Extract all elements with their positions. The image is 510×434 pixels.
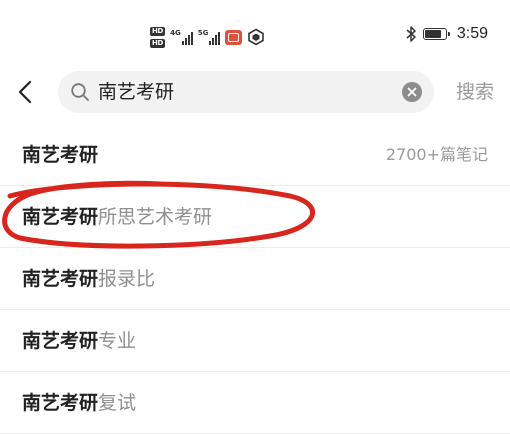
- search-icon: [71, 83, 89, 101]
- search-header: 南艺考研 搜索: [0, 64, 510, 120]
- suggestion-completion: 报录比: [98, 268, 156, 290]
- suggestion-keyword: 南艺考研: [22, 144, 99, 166]
- note-count: 2700+篇笔记: [385, 145, 488, 164]
- status-right: 3:59: [405, 25, 488, 43]
- suggestion-keyword: 南艺考研: [22, 268, 99, 290]
- hd-badge: HD: [150, 26, 166, 36]
- signal-bars-icon: [181, 32, 193, 45]
- clock: 3:59: [456, 25, 488, 42]
- suggestion-completion: 所思艺术考研: [98, 206, 213, 228]
- clear-button[interactable]: [402, 82, 422, 102]
- chevron-left-icon: [18, 80, 32, 104]
- network-type-label: 5G: [197, 29, 209, 37]
- suggestion-keyword: 南艺考研: [22, 206, 99, 228]
- suggestion-item[interactable]: 南艺考研报录比: [0, 248, 510, 310]
- hd-badge: HD: [150, 38, 166, 48]
- battery-icon: [422, 28, 450, 40]
- suggestion-text: 南艺考研所思艺术考研: [22, 186, 212, 248]
- suggestion-text: 南艺考研专业: [22, 310, 136, 372]
- status-indicators: HD HD 4G 5G: [150, 24, 265, 50]
- suggestion-list: 南艺考研 2700+篇笔记 南艺考研所思艺术考研 南艺考研报录比 南艺考研专业 …: [0, 124, 510, 434]
- search-query: 南艺考研: [98, 81, 175, 103]
- suggestion-keyword: 南艺考研: [22, 392, 99, 414]
- battery-fill: [424, 30, 441, 38]
- cellular-signal-1: 4G: [170, 29, 193, 45]
- search-button[interactable]: 搜索: [456, 64, 494, 120]
- bluetooth-icon: [406, 26, 416, 42]
- suggestion-keyword: 南艺考研: [22, 330, 99, 352]
- suggestion-item[interactable]: 南艺考研复试: [0, 372, 510, 434]
- status-bar: HD HD 4G 5G 3:59: [0, 0, 510, 62]
- suggestion-completion: 复试: [98, 392, 137, 414]
- suggestion-item[interactable]: 南艺考研所思艺术考研: [0, 186, 510, 248]
- back-button[interactable]: [10, 74, 40, 110]
- suggestion-text: 南艺考研: [22, 124, 98, 186]
- network-type-label: 4G: [170, 29, 181, 37]
- hd-indicators: HD HD: [150, 26, 166, 48]
- cellular-signal-2: 5G: [198, 29, 221, 45]
- close-icon: [407, 87, 417, 97]
- search-input[interactable]: 南艺考研: [58, 71, 434, 113]
- suggestion-text: 南艺考研报录比: [22, 248, 155, 310]
- shield-hexagon-icon: [248, 28, 265, 46]
- signal-bars-icon: [209, 32, 221, 45]
- suggestion-item[interactable]: 南艺考研 2700+篇笔记: [0, 124, 510, 186]
- app-notification-icon: [225, 29, 243, 45]
- suggestion-item[interactable]: 南艺考研专业: [0, 310, 510, 372]
- suggestion-text: 南艺考研复试: [22, 372, 136, 434]
- suggestion-completion: 专业: [98, 330, 137, 352]
